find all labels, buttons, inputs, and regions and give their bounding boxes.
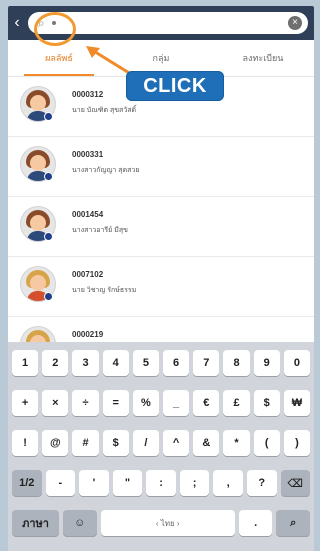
key[interactable]: 9 <box>253 350 280 376</box>
keyboard-row-bottom: ภาษา ☺ ‹ ไทย › . ⌕ <box>12 510 311 538</box>
key[interactable]: 3 <box>72 350 99 376</box>
keyboard: 1 2 3 4 5 6 7 8 9 0 + × ÷ = % _ € £ $ ₩ … <box>8 342 314 551</box>
key[interactable]: × <box>42 390 69 416</box>
text-cursor <box>52 21 56 25</box>
tab-results[interactable]: ผลลัพธ์ <box>8 40 110 76</box>
key[interactable]: 7 <box>193 350 220 376</box>
search-key-icon[interactable]: ⌕ <box>276 510 311 536</box>
key[interactable]: @ <box>42 430 69 456</box>
key[interactable]: $ <box>253 390 280 416</box>
app-screen: ‹ ⌕ × ผลลัพธ์ กลุ่ม ลงทะเบียน CLICK 0000… <box>8 6 314 551</box>
key[interactable]: ₩ <box>283 390 311 416</box>
status-dot <box>44 172 53 181</box>
keyboard-row-symbols-1: + × ÷ = % _ € £ $ ₩ <box>12 390 311 418</box>
status-dot <box>44 112 53 121</box>
key[interactable]: 0 <box>283 350 311 376</box>
key[interactable]: = <box>102 390 129 416</box>
key[interactable]: * <box>223 430 250 456</box>
backspace-icon[interactable]: ⌫ <box>280 470 311 496</box>
list-item[interactable]: 0000331 นางสาวกัญญา สุดสวย <box>8 136 314 197</box>
key[interactable]: + <box>12 390 39 416</box>
key[interactable]: / <box>132 430 160 456</box>
search-icon: ⌕ <box>38 16 45 30</box>
key[interactable]: ( <box>253 430 280 456</box>
contact-name: นาย วิชาญ รักษ์ธรรม <box>72 287 137 294</box>
keyboard-row-symbols-3: 1/2 - ' " : ; , ? ⌫ <box>12 470 311 498</box>
space-key[interactable]: ‹ ไทย › <box>100 510 235 536</box>
keyboard-row-symbols-2: ! @ # $ / ^ & * ( ) <box>12 430 311 458</box>
list-item[interactable]: 0000312 นาย บัณฑิต สุขสวัสดิ์ <box>8 76 314 137</box>
key[interactable]: # <box>72 430 99 456</box>
key[interactable]: $ <box>102 430 129 456</box>
key[interactable]: - <box>45 470 76 496</box>
key[interactable]: 2 <box>42 350 69 376</box>
key[interactable]: % <box>132 390 160 416</box>
list-item[interactable]: 0007102 นาย วิชาญ รักษ์ธรรม <box>8 256 314 317</box>
contact-code: 0001454 <box>72 210 104 219</box>
tab-register[interactable]: ลงทะเบียน <box>212 40 314 76</box>
chevron-left-icon[interactable]: ‹ <box>8 6 26 40</box>
key[interactable]: € <box>193 390 220 416</box>
key[interactable]: 5 <box>132 350 160 376</box>
contact-code: 0000331 <box>72 150 104 159</box>
key[interactable]: ) <box>283 430 311 456</box>
contact-name: นางสาวอารีย์ มีสุข <box>72 227 128 234</box>
contact-name: นาย บัณฑิต สุขสวัสดิ์ <box>72 107 137 114</box>
key[interactable]: ^ <box>163 430 190 456</box>
key[interactable]: " <box>112 470 143 496</box>
key[interactable]: ! <box>12 430 39 456</box>
key[interactable]: ÷ <box>72 390 99 416</box>
page-toggle-key[interactable]: 1/2 <box>12 470 42 496</box>
period-key[interactable]: . <box>238 510 273 536</box>
emoji-icon[interactable]: ☺ <box>63 510 97 536</box>
key[interactable]: ; <box>179 470 210 496</box>
key[interactable]: ' <box>79 470 109 496</box>
contact-code: 0000312 <box>72 90 104 99</box>
key[interactable]: & <box>193 430 220 456</box>
contact-code: 0000219 <box>72 330 104 339</box>
key[interactable]: _ <box>163 390 190 416</box>
key[interactable]: 8 <box>223 350 250 376</box>
key[interactable]: 1 <box>12 350 39 376</box>
key[interactable]: 6 <box>163 350 190 376</box>
key[interactable]: 4 <box>102 350 129 376</box>
contact-name: นางสาวกัญญา สุดสวย <box>72 167 140 174</box>
key[interactable]: , <box>213 470 243 496</box>
key[interactable]: : <box>146 470 176 496</box>
language-key[interactable]: ภาษา <box>12 510 59 536</box>
contact-code: 0007102 <box>72 270 104 279</box>
keyboard-row-numbers: 1 2 3 4 5 6 7 8 9 0 <box>12 350 311 378</box>
search-input[interactable]: ⌕ × <box>28 12 308 34</box>
status-dot <box>44 232 53 241</box>
clear-icon[interactable]: × <box>288 16 302 30</box>
list-item[interactable]: 0001454 นางสาวอารีย์ มีสุข <box>8 196 314 257</box>
status-dot <box>44 292 53 301</box>
key[interactable]: £ <box>223 390 250 416</box>
key[interactable]: ? <box>246 470 277 496</box>
